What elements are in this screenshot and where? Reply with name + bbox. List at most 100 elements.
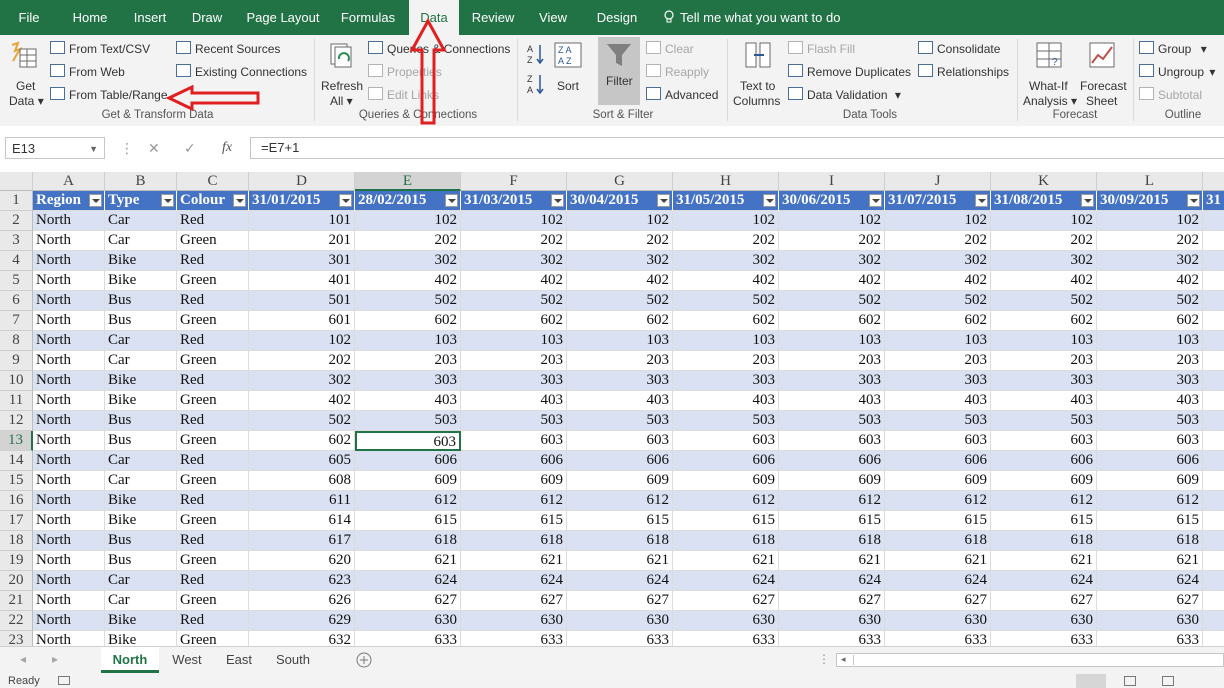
table-cell[interactable]: 627	[461, 591, 567, 611]
table-cell[interactable]: North	[33, 431, 105, 451]
table-cell[interactable]: Red	[177, 451, 249, 471]
table-cell[interactable]: 301	[249, 251, 355, 271]
forecast-sheet-button[interactable]: Forecast Sheet	[1078, 39, 1128, 108]
table-cell[interactable]: 303	[779, 371, 885, 391]
enter-icon[interactable]: ✓	[184, 140, 196, 157]
table-cell[interactable]: 502	[779, 291, 885, 311]
table-header-cell[interactable]: 31/05/2015	[673, 191, 779, 211]
table-header-cell[interactable]: 30/06/2015	[779, 191, 885, 211]
filter-dropdown-icon[interactable]	[233, 194, 246, 207]
table-cell[interactable]: 618	[461, 531, 567, 551]
table-cell[interactable]: Green	[177, 551, 249, 571]
table-cell[interactable]: Bus	[105, 411, 177, 431]
table-header-cell[interactable]: 31/01/2015	[249, 191, 355, 211]
table-cell[interactable]: North	[33, 451, 105, 471]
table-cell[interactable]: 612	[567, 491, 673, 511]
table-cell[interactable]: 302	[249, 371, 355, 391]
table-cell[interactable]: 624	[567, 571, 673, 591]
table-cell[interactable]: 502	[1097, 291, 1203, 311]
table-cell[interactable]: 621	[779, 551, 885, 571]
table-cell[interactable]: 202	[673, 231, 779, 251]
table-cell[interactable]: 621	[991, 551, 1097, 571]
table-cell[interactable]: 302	[567, 251, 673, 271]
table-cell[interactable]: Car	[105, 571, 177, 591]
table-header-cell[interactable]: Type	[105, 191, 177, 211]
sheet-tab-west[interactable]: West	[163, 647, 211, 673]
table-cell[interactable]: 633	[461, 631, 567, 646]
table-cell[interactable]: 630	[779, 611, 885, 631]
table-cell[interactable]: 633	[1097, 631, 1203, 646]
text-to-columns-button[interactable]: Text to Columns	[731, 39, 785, 108]
row-header[interactable]: 4	[0, 251, 33, 271]
scrollbar-thumb[interactable]	[853, 655, 1194, 665]
table-cell[interactable]: 629	[249, 611, 355, 631]
tab-review[interactable]: Review	[466, 0, 520, 35]
table-cell[interactable]: 402	[355, 271, 461, 291]
table-cell[interactable]: Red	[177, 611, 249, 631]
table-cell[interactable]: 503	[991, 411, 1097, 431]
table-cell[interactable]: 102	[355, 211, 461, 231]
table-cell[interactable]: 627	[885, 591, 991, 611]
column-header[interactable]: H	[673, 172, 779, 191]
table-cell[interactable]: North	[33, 551, 105, 571]
table-cell[interactable]: 302	[885, 251, 991, 271]
row-header[interactable]: 19	[0, 551, 33, 571]
table-cell[interactable]: North	[33, 471, 105, 491]
table-cell[interactable]: 103	[673, 331, 779, 351]
table-cell[interactable]: 609	[567, 471, 673, 491]
table-cell[interactable]: 627	[779, 591, 885, 611]
table-cell[interactable]: 612	[461, 491, 567, 511]
table-cell[interactable]: 102	[779, 211, 885, 231]
table-cell[interactable]: 503	[1097, 411, 1203, 431]
table-cell[interactable]: 606	[673, 451, 779, 471]
table-cell[interactable]: 501	[249, 291, 355, 311]
what-if-analysis-button[interactable]: ? What-If Analysis ▾	[1021, 39, 1077, 108]
table-cell[interactable]: Bus	[105, 291, 177, 311]
table-cell[interactable]: 102	[673, 211, 779, 231]
row-header[interactable]: 12	[0, 411, 33, 431]
table-cell[interactable]	[1203, 311, 1224, 331]
row-header[interactable]: 1	[0, 191, 33, 211]
name-box[interactable]: E13 ▼	[5, 137, 105, 159]
table-cell[interactable]: North	[33, 251, 105, 271]
table-cell[interactable]: 103	[991, 331, 1097, 351]
table-cell[interactable]: 502	[249, 411, 355, 431]
table-cell[interactable]: 103	[461, 331, 567, 351]
scroll-left-arrow-icon[interactable]: ◂	[841, 654, 846, 665]
table-cell[interactable]: 203	[1097, 351, 1203, 371]
reapply-button[interactable]: Reapply	[646, 64, 709, 79]
column-header[interactable]: L	[1097, 172, 1203, 191]
tab-file[interactable]: File	[8, 0, 50, 35]
table-cell[interactable]: 627	[991, 591, 1097, 611]
table-cell[interactable]: 615	[461, 511, 567, 531]
table-cell[interactable]: 606	[991, 451, 1097, 471]
table-cell[interactable]: 606	[1097, 451, 1203, 471]
table-cell[interactable]: North	[33, 291, 105, 311]
table-cell[interactable]: 624	[1097, 571, 1203, 591]
table-cell[interactable]: 633	[991, 631, 1097, 646]
table-cell[interactable]: Bike	[105, 491, 177, 511]
macro-record-icon[interactable]	[58, 676, 70, 685]
table-cell[interactable]: 403	[779, 391, 885, 411]
table-cell[interactable]: 403	[567, 391, 673, 411]
table-cell[interactable]: North	[33, 331, 105, 351]
table-cell[interactable]: 630	[355, 611, 461, 631]
tab-draw[interactable]: Draw	[184, 0, 230, 35]
existing-connections-button[interactable]: Existing Connections	[176, 64, 307, 79]
table-cell[interactable]: 503	[673, 411, 779, 431]
table-cell[interactable]: North	[33, 511, 105, 531]
table-cell[interactable]: 103	[1097, 331, 1203, 351]
row-header[interactable]: 8	[0, 331, 33, 351]
filter-dropdown-icon[interactable]	[89, 194, 102, 207]
table-cell[interactable]: 632	[249, 631, 355, 646]
table-cell[interactable]	[1203, 291, 1224, 311]
row-header[interactable]: 17	[0, 511, 33, 531]
sheet-tab-north[interactable]: North	[101, 647, 159, 673]
table-cell[interactable]: Car	[105, 331, 177, 351]
table-cell[interactable]: 618	[1097, 531, 1203, 551]
table-cell[interactable]: North	[33, 371, 105, 391]
table-cell[interactable]: 502	[461, 291, 567, 311]
refresh-all-button[interactable]: Refresh All ▾	[320, 39, 364, 108]
table-cell[interactable]: 615	[885, 511, 991, 531]
table-cell[interactable]: 202	[249, 351, 355, 371]
